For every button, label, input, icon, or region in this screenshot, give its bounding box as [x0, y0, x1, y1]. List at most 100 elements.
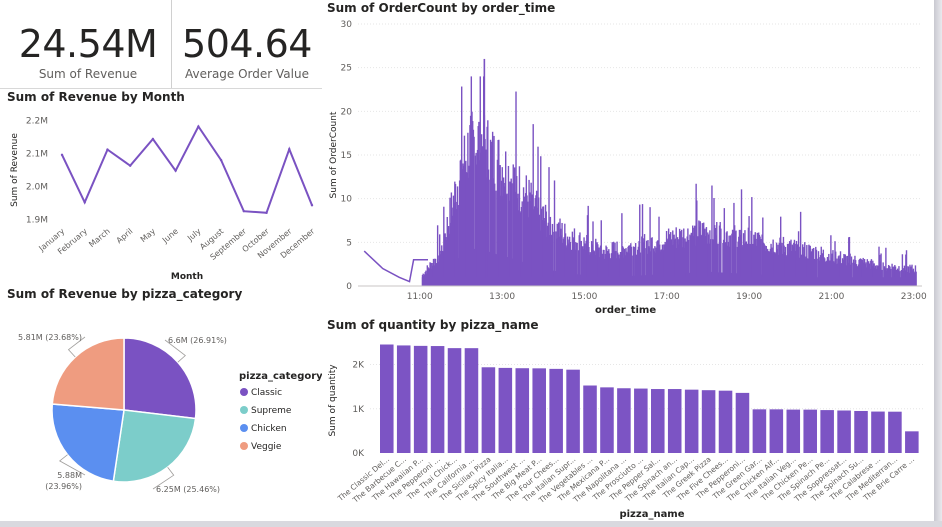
- revenue-point: [219, 158, 223, 162]
- revenue-card[interactable]: 24.54M Sum of Revenue: [8, 0, 168, 88]
- quantity-bar: [701, 390, 716, 453]
- revenue-point: [83, 201, 86, 204]
- legend-label-chicken: Chicken: [251, 424, 287, 434]
- y-tick-label: 2K: [352, 361, 365, 371]
- revenue-point: [242, 209, 246, 213]
- y-tick-label: 5: [346, 238, 352, 248]
- x-tick-label: 17:00: [654, 292, 680, 302]
- legend-marker-veggie: [240, 442, 248, 450]
- quantity-bar: [718, 390, 733, 453]
- quantity-bar: [498, 367, 513, 453]
- y-tick-label: 2.2M: [26, 117, 48, 127]
- x-tick-label: 13:00: [489, 292, 515, 302]
- legend-label-veggie: Veggie: [251, 442, 282, 452]
- order-count-bar: [421, 277, 916, 286]
- y-axis-title: Sum of Revenue: [10, 133, 20, 207]
- revenue-point: [310, 204, 314, 207]
- quantity-bar: [481, 367, 496, 453]
- revenue-point: [197, 125, 200, 128]
- pie-data-label: 5.81M (23.68%): [18, 333, 82, 342]
- quantity-bar: [752, 409, 767, 453]
- pie-slice-supreme: [112, 409, 197, 483]
- revenue-point: [106, 148, 109, 151]
- y-tick-label: 2.1M: [26, 150, 48, 160]
- x-axis-title: Month: [171, 272, 203, 282]
- y-tick-label: 0: [346, 282, 352, 292]
- quantity-bar: [447, 348, 462, 453]
- y-tick-label: 20: [341, 107, 353, 117]
- revenue-line: [61, 124, 313, 214]
- x-tick-label: 23:00: [901, 292, 927, 302]
- quantity-bar: [583, 385, 597, 453]
- quantity-bar: [871, 411, 885, 453]
- revenue-point: [265, 211, 268, 215]
- pizza-quantity-chart[interactable]: 0K1K2KSum of quantityThe Classic Del...T…: [324, 330, 934, 521]
- y-tick-label: 15: [341, 151, 352, 161]
- x-tick-label: April: [115, 227, 135, 246]
- order-count-bar: [553, 180, 556, 286]
- canvas-edge-shadow: [934, 0, 942, 527]
- legend-title: pizza_category: [239, 371, 322, 382]
- quantity-bar: [820, 410, 834, 453]
- revenue-card-label: Sum of Revenue: [38, 67, 138, 81]
- quantity-bar: [515, 368, 530, 453]
- x-tick-label: July: [185, 226, 203, 243]
- revenue-point: [151, 137, 155, 141]
- revenue-point: [60, 153, 64, 157]
- quantity-bar: [837, 410, 851, 453]
- monthly-revenue-title: Sum of Revenue by Month: [7, 90, 185, 104]
- quantity-bar: [634, 388, 648, 453]
- quantity-bar: [396, 345, 411, 453]
- y-axis-title: Sum of OrderCount: [329, 111, 339, 198]
- quantity-bar: [769, 409, 784, 453]
- revenue-point: [288, 148, 291, 151]
- order-count-peak-bar: [483, 58, 486, 286]
- quantity-bar: [566, 369, 580, 453]
- x-axis-title: pizza_name: [619, 509, 684, 520]
- y-tick-label: 1K: [352, 405, 365, 415]
- y-tick-label: 1.9M: [26, 215, 48, 225]
- quantity-bar: [617, 388, 631, 453]
- x-tick-label: May: [139, 226, 158, 244]
- quantity-bar: [532, 368, 546, 453]
- y-tick-label: 2.0M: [26, 182, 48, 192]
- aov-card-value: 504.64: [182, 22, 312, 66]
- y-tick-label: 30: [341, 20, 353, 30]
- monthly-revenue-chart[interactable]: 1.9M2.0M2.1M2.2MSum of RevenueJanuaryFeb…: [0, 104, 322, 284]
- revenue-point: [128, 164, 132, 167]
- aov-card-label: Average Order Value: [185, 67, 309, 81]
- quantity-bar: [667, 389, 682, 453]
- quantity-bar: [549, 368, 563, 453]
- pie-slice-chicken: [51, 403, 125, 483]
- legend-marker-supreme: [240, 406, 248, 414]
- aov-card[interactable]: 504.64 Average Order Value: [166, 0, 328, 88]
- category-pie-title: Sum of Revenue by pizza_category: [7, 287, 243, 301]
- x-tick-label: 15:00: [571, 292, 597, 302]
- order-time-chart[interactable]: 0 5 10 15 20 25 30 Sum of OrderCount 11:00 13:00 1…: [324, 12, 934, 317]
- quantity-bar: [735, 392, 750, 453]
- legend-marker-chicken: [240, 424, 248, 432]
- legend-label-supreme: Supreme: [251, 406, 292, 416]
- quantity-bar: [786, 409, 801, 453]
- pie-data-label: 5.88M: [57, 471, 82, 480]
- canvas-bottom-shadow: [0, 521, 942, 527]
- y-tick-label: 25: [341, 64, 352, 74]
- order-count-bars: [421, 58, 917, 287]
- quantity-bar: [854, 410, 868, 453]
- x-tick-label: June: [160, 227, 180, 246]
- legend-marker-classic: [240, 388, 248, 396]
- revenue-card-value: 24.54M: [18, 22, 158, 66]
- quantity-bar: [430, 346, 445, 453]
- quantity-bar: [803, 409, 817, 453]
- quantity-bar: [888, 411, 902, 453]
- x-tick-label: 21:00: [818, 292, 844, 302]
- category-pie-chart[interactable]: 6.6M (26.91%) 6.25M (25.46%) 5.88M (23.96%)…: [0, 300, 322, 521]
- quantity-bar: [600, 387, 614, 453]
- quantity-bar: [413, 345, 428, 453]
- x-tick-label: 11:00: [407, 292, 433, 302]
- pie-data-label: (23.96%): [45, 482, 82, 491]
- legend-label-classic: Classic: [251, 388, 282, 398]
- quantity-bar: [684, 389, 699, 453]
- cards-separator: [0, 88, 322, 89]
- x-tick-label: March: [87, 227, 111, 250]
